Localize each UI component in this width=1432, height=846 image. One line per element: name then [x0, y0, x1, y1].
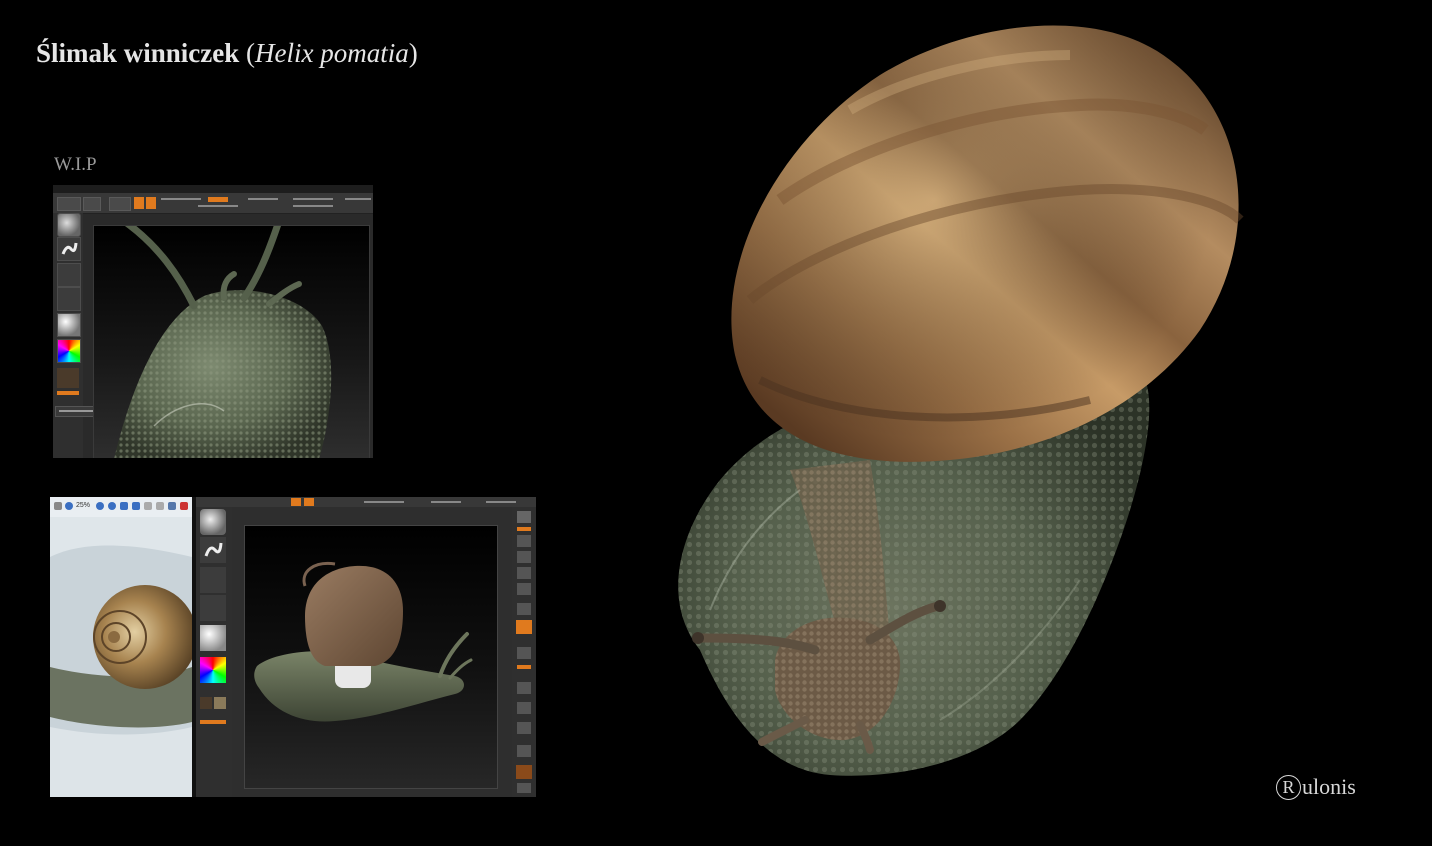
- wip-screenshot-blockout: 25%: [50, 497, 536, 797]
- switch-color-button[interactable]: [200, 720, 226, 724]
- sculpt-canvas-2[interactable]: [244, 525, 498, 789]
- sphere-brush-icon[interactable]: [200, 509, 226, 535]
- perspective-button[interactable]: [516, 620, 532, 634]
- texture-slot[interactable]: [57, 287, 81, 311]
- reference-photo: 25%: [50, 497, 192, 797]
- snail-shell: [731, 25, 1244, 462]
- title-latin-name: Helix pomatia: [255, 38, 409, 68]
- draw-mode-button[interactable]: [134, 197, 144, 209]
- zbrush-window: [196, 497, 536, 797]
- zoom-out-icon[interactable]: [108, 502, 116, 510]
- title-close-paren: ): [408, 38, 418, 68]
- rotate-icon[interactable]: [156, 502, 164, 510]
- draw-button[interactable]: [291, 498, 301, 506]
- zbrush-left-shelf-2: [196, 507, 232, 797]
- info-icon[interactable]: [65, 502, 73, 510]
- edit-button[interactable]: [304, 498, 314, 506]
- material-icon[interactable]: [200, 625, 226, 651]
- switch-color-button[interactable]: [57, 391, 79, 395]
- signature-circled-initial: R: [1276, 774, 1301, 800]
- zbrush-right-shelf: [512, 507, 536, 797]
- color-picker-icon[interactable]: [200, 657, 226, 683]
- alpha-slot[interactable]: [57, 263, 81, 287]
- arrow-left-icon[interactable]: [120, 502, 128, 510]
- snail-render: [678, 25, 1244, 776]
- arrow-right-icon[interactable]: [132, 502, 140, 510]
- texture-slot[interactable]: [200, 595, 226, 621]
- title-open-paren: (: [239, 38, 256, 68]
- fit-icon[interactable]: [144, 502, 152, 510]
- zoom-in-icon[interactable]: [96, 502, 104, 510]
- wip-screenshot-head-sculpt: [53, 185, 373, 458]
- sculpt-canvas[interactable]: [93, 225, 370, 458]
- main-color-swatch[interactable]: [57, 368, 79, 388]
- close-icon[interactable]: [180, 502, 188, 510]
- zbrush-toolbar: [53, 193, 373, 214]
- back-icon[interactable]: [54, 502, 62, 510]
- page-title: Ślimak winniczek (Helix pomatia): [36, 38, 418, 69]
- zbrush-left-shelf: [53, 213, 83, 458]
- artist-signature: Rulonis: [1276, 774, 1356, 800]
- edit-mode-button[interactable]: [146, 197, 156, 209]
- secondary-color-swatch[interactable]: [214, 697, 226, 709]
- stroke-icon[interactable]: [57, 237, 81, 261]
- stroke-icon[interactable]: [200, 537, 226, 563]
- image-viewer-toolbar: 25%: [50, 497, 192, 518]
- sphere-brush-icon[interactable]: [57, 213, 81, 237]
- alpha-slot[interactable]: [200, 567, 226, 593]
- title-common-name: Ślimak winniczek: [36, 38, 240, 68]
- signature-rest: ulonis: [1302, 774, 1356, 799]
- tools-icon[interactable]: [168, 502, 176, 510]
- material-icon[interactable]: [57, 313, 81, 337]
- wip-label: W.I.P: [54, 154, 97, 175]
- zoom-value[interactable]: 25%: [76, 502, 90, 509]
- main-color-swatch[interactable]: [200, 697, 212, 709]
- zbrush-toolbar-2: [196, 497, 536, 507]
- color-picker-icon[interactable]: [57, 339, 81, 363]
- zbrush-menubar: [53, 185, 373, 198]
